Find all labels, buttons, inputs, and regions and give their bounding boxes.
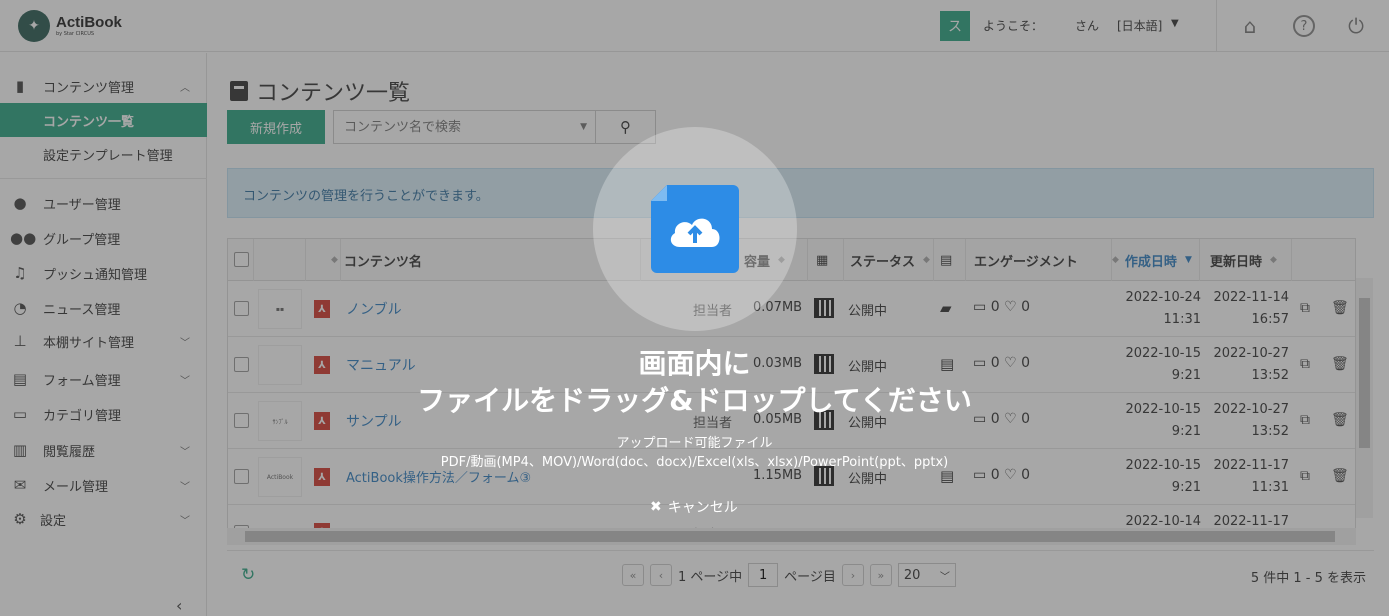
- file-types: PDF/動画(MP4、MOV)/Word(doc、docx)/Excel(xls…: [440, 455, 949, 470]
- close-icon: ✖: [650, 499, 662, 515]
- cancel-label: キャンセル: [667, 500, 738, 516]
- uploadable-label: アップロード可能ファイル: [616, 436, 773, 451]
- cancel-button[interactable]: ✖ キャンセル: [650, 497, 738, 517]
- drop-title-line2: ファイルをドラッグ&ドロップしてください: [417, 384, 972, 417]
- drop-title-line1: 画面内に: [638, 347, 751, 380]
- cloud-upload-icon: [670, 218, 720, 247]
- drop-overlay[interactable]: 画面内に ファイルをドラッグ&ドロップしてください アップロード可能ファイル P…: [0, 0, 1389, 616]
